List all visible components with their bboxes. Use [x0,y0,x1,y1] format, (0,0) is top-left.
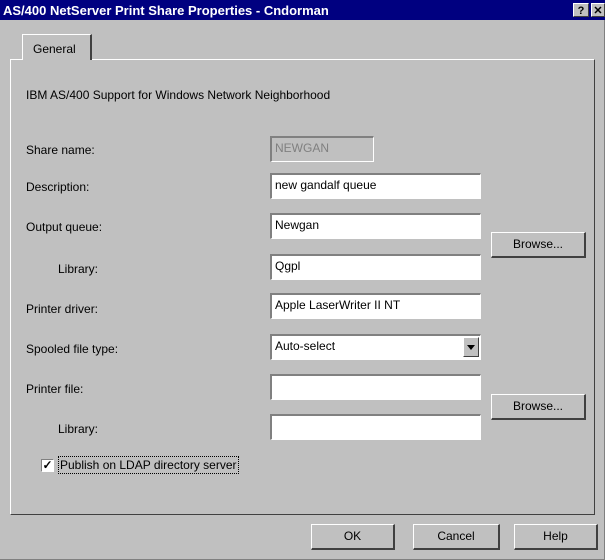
window-title: AS/400 NetServer Print Share Properties … [3,3,329,18]
spooled-file-type-label: Spooled file type: [26,342,119,356]
share-name-field: NEWGAN [270,136,374,162]
publish-ldap-label[interactable]: Publish on LDAP directory server [58,456,239,474]
description-label: Description: [26,180,90,194]
printer-file-browse-button[interactable]: Browse... [491,394,586,420]
cancel-button[interactable]: Cancel [413,524,500,550]
properties-dialog: AS/400 NetServer Print Share Properties … [0,0,605,560]
output-library-field[interactable]: Qgpl [270,254,481,280]
tab-general-label: General [33,42,76,56]
chevron-down-icon[interactable] [463,337,479,357]
spooled-file-type-dropdown[interactable]: Auto-select [270,334,481,360]
output-queue-field[interactable]: Newgan [270,213,481,239]
printer-file-field[interactable] [270,374,481,400]
help-button[interactable]: Help [514,524,598,550]
panel-description: IBM AS/400 Support for Windows Network N… [26,88,331,102]
printer-driver-field[interactable]: Apple LaserWriter II NT [270,293,481,319]
title-bar: AS/400 NetServer Print Share Properties … [0,0,605,20]
output-queue-label: Output queue: [26,220,103,234]
ok-button[interactable]: OK [311,524,395,550]
tab-general[interactable]: General [22,34,92,60]
description-field[interactable]: new gandalf queue [270,173,481,199]
spooled-file-type-value: Auto-select [275,339,336,353]
general-panel [10,59,595,515]
printer-library-label: Library: [58,422,99,436]
output-library-label: Library: [58,262,99,276]
help-icon[interactable]: ? [573,3,589,17]
printer-file-label: Printer file: [26,382,84,396]
close-icon[interactable]: ✕ [591,3,605,17]
publish-ldap-checkbox[interactable]: ✓ [41,459,54,472]
printer-driver-label: Printer driver: [26,302,99,316]
printer-library-field[interactable] [270,414,481,440]
output-queue-browse-button[interactable]: Browse... [491,232,586,258]
share-name-label: Share name: [26,143,95,157]
